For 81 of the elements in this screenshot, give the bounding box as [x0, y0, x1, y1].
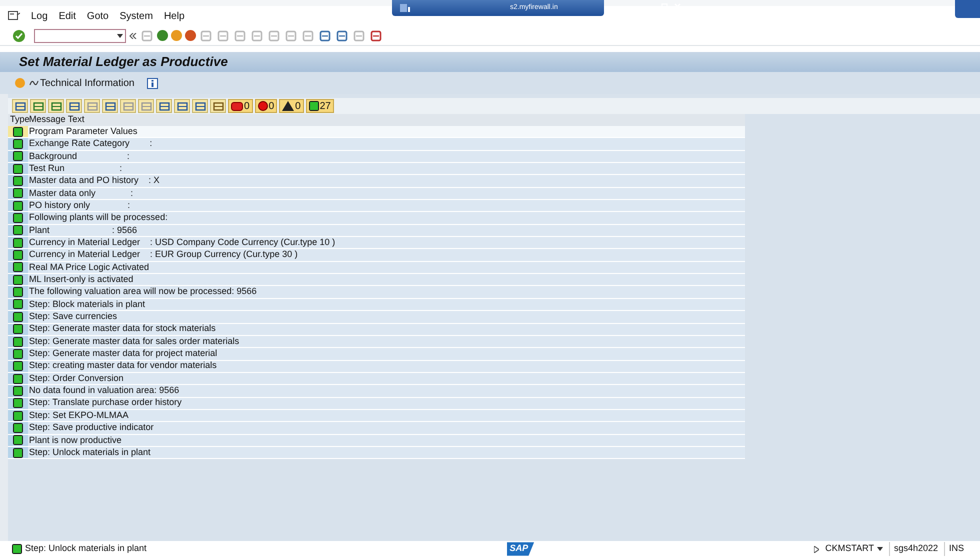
menu-item[interactable]: Log [31, 8, 48, 24]
message-row[interactable]: Step: Generate master data for stock materials [8, 324, 745, 336]
info-icon[interactable] [146, 78, 158, 88]
signal-icon [400, 4, 410, 12]
message-text: Currency in Material Ledger : EUR Group Currency (Cur.type 30 ) [28, 248, 298, 262]
message-row[interactable]: Program Parameter Values [8, 126, 745, 138]
collapse-icon[interactable] [129, 30, 137, 40]
column-header[interactable]: Type [8, 113, 28, 127]
message-text: The following valuation area will now be processed: 9566 [28, 285, 257, 298]
dropdown-caret-icon[interactable] [876, 547, 883, 551]
message-text: Master data only : [28, 186, 134, 200]
message-row[interactable]: Step: Block materials in plant [8, 298, 745, 312]
message-row[interactable]: Step: Unlock materials in plant [8, 446, 745, 460]
message-text: Step: Unlock materials in plant [28, 446, 151, 459]
message-row[interactable]: Plant is now productive [8, 434, 745, 447]
transaction-code[interactable]: CKMSTART [825, 542, 874, 556]
message-text: Step: Order Conversion [28, 372, 124, 385]
message-text: Test Run : [28, 162, 122, 175]
message-row[interactable]: Step: Set EKPO-MLMAA [8, 410, 745, 422]
message-row[interactable]: Real MA Price Logic Activated [8, 262, 745, 274]
message-row[interactable]: Plant : 9566 [8, 224, 745, 238]
message-row[interactable]: Step: creating master data for vendor materials [8, 360, 745, 373]
message-text: Step: Generate master data for stock materials [28, 322, 216, 336]
message-text: Program Parameter Values [28, 124, 138, 138]
message-text: Following plants will be processed: [28, 211, 168, 224]
screen-title: Set Material Ledger as Productive [19, 53, 228, 72]
message-row[interactable]: No data found in valuation area: 9566 [8, 385, 745, 398]
message-row[interactable]: Master data and PO history : X [8, 175, 745, 188]
message-text: Step: Generate master data for project material [28, 347, 218, 360]
message-row[interactable]: Background : [8, 150, 745, 164]
wave-icon [29, 79, 39, 87]
message-text: Currency in Material Ledger : USD Company Code Currency (Cur.type 10 ) [28, 236, 336, 250]
message-count-button[interactable]: 27 [306, 99, 334, 113]
message-text: Step: Save currencies [28, 310, 118, 324]
message-text: No data found in valuation area: 9566 [28, 384, 180, 398]
message-count-button[interactable]: 0 [228, 99, 253, 113]
menu-item[interactable]: Edit [58, 8, 76, 24]
message-text: Exchange Rate Category : [28, 137, 152, 150]
status-text: Step: Unlock materials in plant [25, 542, 147, 556]
message-text: Plant is now productive [28, 434, 122, 447]
message-row[interactable]: Step: Save currencies [8, 311, 745, 324]
message-text: Plant : 9566 [28, 224, 138, 237]
message-text: Step: Set EKPO-MLMAA [28, 408, 129, 422]
message-row[interactable]: ML Insert-only is activated [8, 274, 745, 286]
message-text: Real MA Price Logic Activated [28, 260, 150, 274]
message-row[interactable]: Exchange Rate Category : [8, 138, 745, 151]
message-text: Step: creating master data for vendor materials [28, 359, 217, 372]
menu-item[interactable]: System [120, 8, 153, 24]
message-row[interactable]: Step: Generate master data for project material [8, 348, 745, 361]
menu-window-icon[interactable] [8, 11, 20, 21]
message-text: Master data and PO history : X [28, 174, 160, 188]
column-header[interactable]: Message Text [28, 113, 84, 127]
system-name: sgs4h2022 [888, 542, 938, 556]
insert-mode: INS [944, 542, 964, 556]
expand-triangle-icon[interactable] [814, 546, 820, 552]
message-row[interactable]: The following valuation area will now be processed: 9566 [8, 286, 745, 299]
message-text: Step: Block materials in plant [28, 298, 146, 311]
message-text: Background : [28, 150, 130, 163]
message-text: PO history only : [28, 198, 130, 212]
message-text: Step: Save productive indicator [28, 421, 154, 434]
message-row[interactable]: PO history only : [8, 200, 745, 212]
message-row[interactable]: Step: Generate master data for sales order materials [8, 336, 745, 348]
message-text: Step: Translate purchase order history [28, 396, 182, 410]
enter-check-icon[interactable] [13, 30, 25, 42]
message-row[interactable]: Test Run : [8, 163, 745, 176]
message-row[interactable]: Currency in Material Ledger : USD Company Code Currency (Cur.type 10 ) [8, 237, 745, 250]
message-text: Step: Generate master data for sales order materials [28, 334, 240, 348]
technical-information-button[interactable]: Technical Information [29, 76, 134, 90]
message-row[interactable]: Step: Order Conversion [8, 372, 745, 386]
message-text: ML Insert-only is activated [28, 273, 134, 286]
message-row[interactable]: Step: Save productive indicator [8, 422, 745, 435]
message-row[interactable]: Following plants will be processed: [8, 212, 745, 225]
message-row[interactable]: Currency in Material Ledger : EUR Group Currency (Cur.type 30 ) [8, 249, 745, 262]
message-count-button[interactable]: 0 [254, 99, 278, 113]
menu-item[interactable]: Goto [86, 8, 109, 24]
message-row[interactable]: Step: Translate purchase order history [8, 398, 745, 410]
sap-logo: SAP [506, 542, 534, 556]
menu-item[interactable]: Help [164, 8, 185, 24]
dropdown-caret-icon[interactable] [117, 34, 123, 38]
command-field[interactable] [34, 28, 126, 42]
message-row[interactable]: Master data only : [8, 188, 745, 200]
